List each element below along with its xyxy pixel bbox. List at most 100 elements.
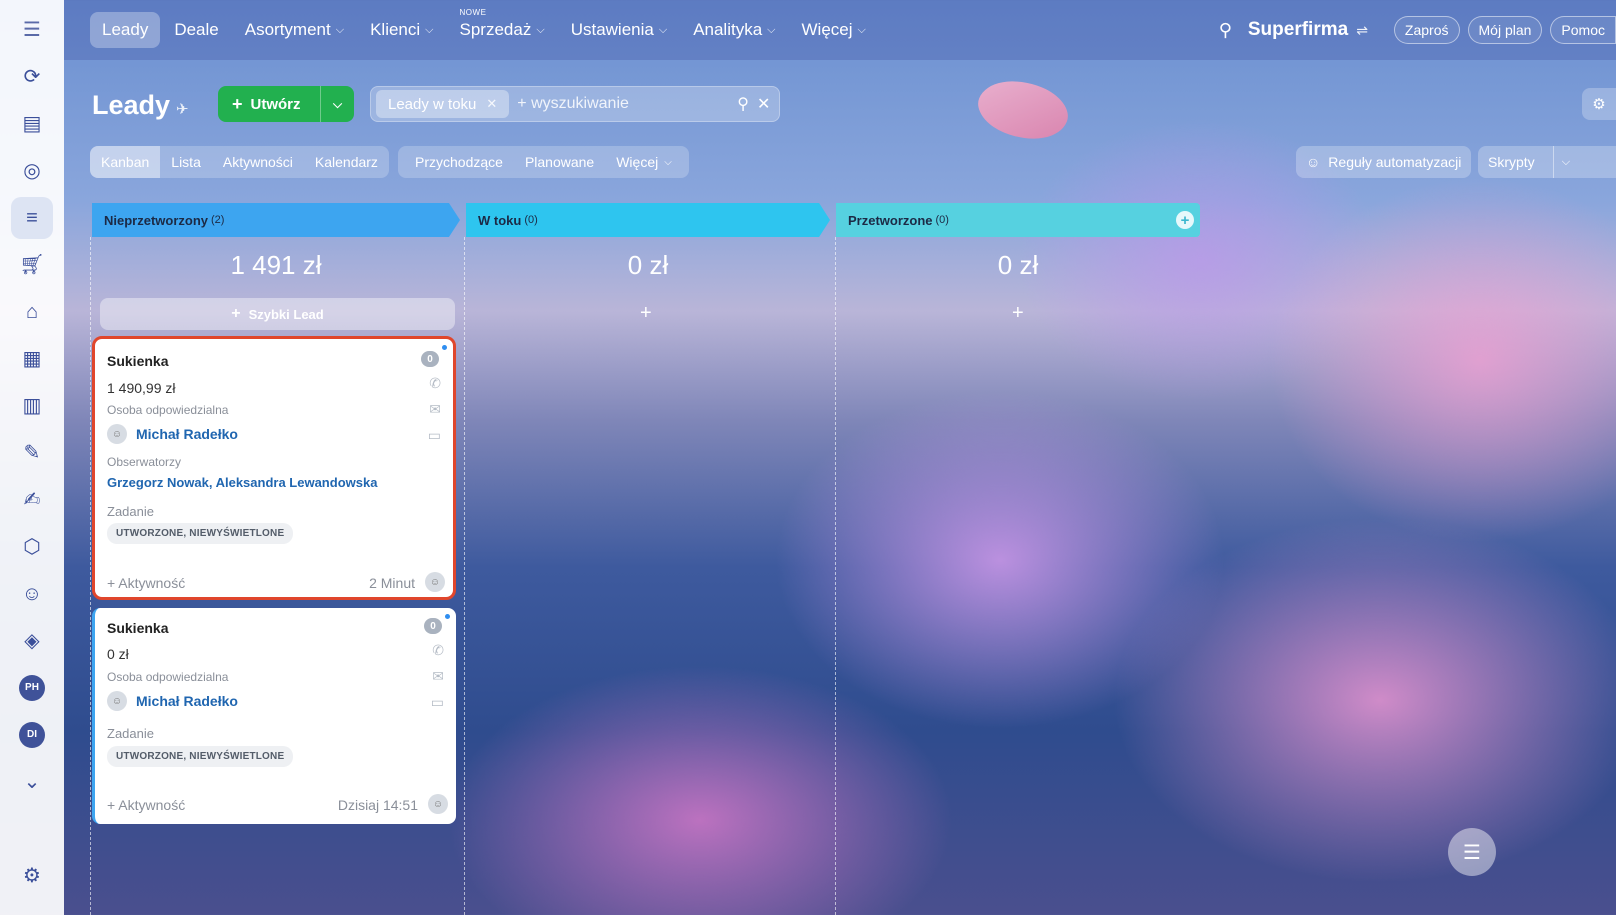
avatar[interactable]: ☺ — [425, 572, 445, 592]
menu-icon[interactable]: ☰ — [11, 9, 53, 51]
target-icon[interactable]: ◎ — [11, 150, 53, 192]
list-menu-icon[interactable]: ☰ — [1448, 828, 1496, 876]
nav-ustawienia[interactable]: Ustawienia ⌵ — [559, 12, 680, 48]
filter-chip[interactable]: Leady w toku ✕ — [376, 90, 510, 118]
add-column-icon[interactable]: + — [1176, 211, 1194, 229]
close-icon[interactable]: ✕ — [486, 96, 497, 112]
responsible-label: Osoba odpowiedzialna — [107, 670, 229, 684]
search-filter-box[interactable]: Leady w toku✕ ⚲ ✕ — [370, 86, 780, 122]
add-activity-link[interactable]: + Aktywność — [107, 575, 185, 591]
lead-card[interactable]: 0 ✆ ✉ ▭ Sukienka 1 490,99 zł Osoba odpow… — [92, 336, 456, 600]
view-switcher: Kanban Lista Aktywności Kalendarz — [90, 146, 389, 178]
scripts-button[interactable]: Skrypty ⌵ — [1478, 146, 1616, 178]
add-activity-link[interactable]: + Aktywność — [107, 797, 185, 813]
create-main[interactable]: + Utwórz — [218, 94, 320, 115]
feed-icon[interactable]: ▤ — [11, 103, 53, 145]
left-sidebar: ☰ ⟳ ▤ ◎ ≡ 🛒︎ ⌂ ▦ ▥ ✎ ✍︎ ⬡ ☺ ◈ PH DI ⌄ ⚙︎ — [0, 0, 64, 915]
chevron-down-icon[interactable]: ⌄ — [11, 761, 53, 803]
quick-lead-button[interactable]: + Szybki Lead — [100, 298, 455, 330]
card-price: 1 490,99 zł — [107, 380, 176, 396]
my-plan-button[interactable]: Mój plan — [1467, 16, 1543, 44]
robot-icon[interactable]: ☺ — [11, 573, 53, 615]
new-badge: NOWE — [459, 8, 487, 17]
nav-klienci[interactable]: Klienci ⌵ — [358, 12, 445, 48]
page-title: Leady — [92, 90, 171, 120]
search-icon[interactable]: ⚲ — [737, 94, 749, 114]
filter-przychodzace[interactable]: Przychodzące — [404, 146, 514, 178]
box-icon[interactable]: ◈ — [11, 620, 53, 662]
nav-asortyment[interactable]: Asortyment ⌵ — [233, 12, 356, 48]
nav-wiecej[interactable]: Więcej ⌵ — [790, 12, 878, 48]
card-time: Dzisiaj 14:51 — [337, 797, 418, 813]
counter-filters: Przychodzące Planowane Więcej ⌵ — [398, 146, 689, 178]
chevron-down-icon: ⌵ — [425, 23, 434, 36]
column-header-w-toku[interactable]: W toku (0) — [466, 203, 830, 237]
crm-filter-icon[interactable]: ≡ — [11, 197, 53, 239]
help-button[interactable]: Pomoc — [1550, 16, 1616, 44]
store-icon[interactable]: ⌂ — [11, 291, 53, 333]
column-header-nieprzetworzony[interactable]: Nieprzetworzony (2) — [92, 203, 460, 237]
calendar-icon[interactable]: ▦ — [11, 338, 53, 380]
task-status-badge: UTWORZONE, NIEWYŚWIETLONE — [107, 746, 294, 767]
background-petal — [970, 67, 1076, 153]
column-sum: 0 zł — [627, 250, 669, 280]
create-button[interactable]: + Utwórz ⌵ — [218, 86, 354, 122]
pin-icon[interactable]: ✈︎ — [176, 100, 189, 118]
task-label: Zadanie — [107, 726, 154, 741]
avatar-ph[interactable]: PH — [11, 667, 53, 709]
chevron-down-icon[interactable]: ⌵ — [320, 86, 354, 122]
nav-analityka[interactable]: Analityka ⌵ — [681, 12, 787, 48]
chevron-down-icon: ⌵ — [767, 23, 776, 36]
tab-aktywnosci[interactable]: Aktywności — [212, 146, 304, 178]
responsible-person[interactable]: ☺ Michał Radełko — [107, 691, 238, 711]
chevron-down-icon: ⌵ — [335, 23, 345, 36]
avatar-di[interactable]: DI — [11, 714, 53, 756]
card-title[interactable]: Sukienka — [107, 353, 168, 369]
signature-icon[interactable]: ✍︎ — [11, 479, 53, 521]
plus-icon: + — [232, 93, 243, 114]
chevron-down-icon: ⌵ — [664, 156, 672, 168]
document-icon[interactable]: ✎ — [11, 432, 53, 474]
search-icon[interactable]: ⚲ — [1219, 20, 1232, 41]
chevron-down-icon[interactable]: ⌵ — [1552, 146, 1570, 178]
top-right-area: ⚲ Superfirma ⇌ Zaproś Mój plan Pomoc — [1219, 0, 1616, 60]
filter-wiecej[interactable]: Więcej ⌵ — [605, 146, 683, 178]
invite-button[interactable]: Zaproś — [1393, 16, 1460, 44]
contact-center-icon[interactable]: ⟳ — [11, 56, 53, 98]
lead-card[interactable]: 0 ✆ ✉ ▭ Sukienka 0 zł Osoba odpowiedzial… — [92, 608, 456, 824]
company-name[interactable]: Superfirma — [1248, 19, 1348, 41]
switch-icon[interactable]: ⇌ — [1356, 22, 1368, 39]
analytics-icon[interactable]: ▥ — [11, 385, 53, 427]
responsible-person[interactable]: ☺ Michał Radełko — [107, 424, 238, 444]
nav-sprzedaz[interactable]: NOWE Sprzedaż ⌵ — [448, 8, 557, 48]
chevron-down-icon: ⌵ — [658, 23, 668, 36]
gear-icon[interactable]: ⚙︎ — [11, 855, 53, 897]
hexagon-icon[interactable]: ⬡ — [11, 526, 53, 568]
card-title[interactable]: Sukienka — [107, 620, 168, 636]
observers-list[interactable]: Grzegorz Nowak, Aleksandra Lewandowska — [107, 475, 377, 490]
cart-icon[interactable]: 🛒︎ — [11, 244, 53, 286]
tab-kanban[interactable]: Kanban — [90, 146, 161, 178]
automation-rules-button[interactable]: ☺ Reguły automatyzacji — [1296, 146, 1472, 178]
nav-deale[interactable]: Deale — [162, 12, 230, 48]
column-divider — [464, 237, 465, 915]
avatar[interactable]: ☺ — [428, 794, 448, 814]
add-lead-plus-icon[interactable]: + — [1012, 302, 1024, 325]
filter-planowane[interactable]: Planowane — [514, 146, 605, 178]
clear-icon[interactable]: ✕ — [757, 94, 770, 114]
observers-label: Obserwatorzy — [107, 455, 182, 469]
robot-icon: ☺ — [1306, 154, 1321, 170]
search-input[interactable] — [517, 95, 728, 113]
task-status-badge: UTWORZONE, NIEWYŚWIETLONE — [107, 523, 294, 544]
settings-gear-icon[interactable]: ⚙︎ — [1582, 88, 1616, 120]
responsible-label: Osoba odpowiedzialna — [107, 403, 229, 417]
card-time: 2 Minut — [369, 575, 415, 591]
column-header-przetworzone[interactable]: Przetworzone (0) — [836, 203, 1200, 237]
tab-kalendarz[interactable]: Kalendarz — [304, 146, 389, 178]
nav-leady[interactable]: Leady — [90, 12, 161, 48]
tab-lista[interactable]: Lista — [160, 146, 212, 178]
column-divider — [835, 237, 836, 915]
column-sum: 0 zł — [997, 250, 1039, 280]
add-lead-plus-icon[interactable]: + — [640, 302, 652, 325]
column-divider — [90, 237, 91, 915]
